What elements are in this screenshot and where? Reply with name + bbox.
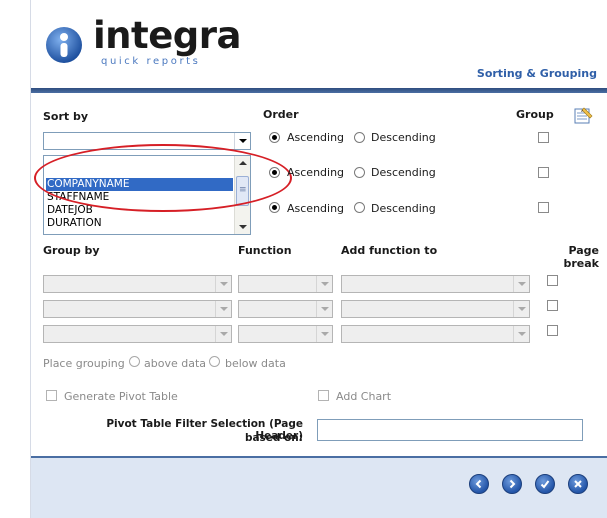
- radio-descending-1[interactable]: [354, 132, 365, 143]
- chevron-down-icon[interactable]: [316, 301, 332, 317]
- group-checkbox-3[interactable]: [538, 202, 549, 213]
- function-select-1[interactable]: [238, 275, 333, 293]
- radio-ascending-2[interactable]: [269, 167, 280, 178]
- report-wizard-window: integra quick reports Sorting & Grouping…: [30, 0, 607, 518]
- radio-descending-2[interactable]: [354, 167, 365, 178]
- sort-by-label: Sort by: [43, 110, 89, 123]
- edit-sheet-icon[interactable]: [572, 106, 594, 126]
- chevron-down-icon[interactable]: [215, 326, 231, 342]
- radio-ascending-3[interactable]: [269, 202, 280, 213]
- group-by-select-2[interactable]: [43, 300, 232, 318]
- group-checkbox-1[interactable]: [538, 132, 549, 143]
- chevron-down-icon[interactable]: [215, 301, 231, 317]
- above-data-label: above data: [144, 357, 207, 370]
- pivot-filter-label-line2: based on:: [244, 432, 303, 444]
- chevron-down-icon[interactable]: [513, 326, 529, 342]
- below-data-label: below data: [225, 357, 286, 370]
- radio-below-data[interactable]: [209, 356, 220, 367]
- group-by-select-3[interactable]: [43, 325, 232, 343]
- scroll-down-icon[interactable]: [239, 225, 247, 229]
- generate-pivot-label: Generate Pivot Table: [64, 390, 178, 403]
- add-function-label: Add function to: [341, 244, 438, 257]
- ok-button[interactable]: [535, 474, 555, 494]
- generate-pivot-checkbox[interactable]: [46, 390, 57, 401]
- add-function-select-3[interactable]: [341, 325, 530, 343]
- function-select-3[interactable]: [238, 325, 333, 343]
- close-icon: [574, 480, 582, 488]
- pivot-filter-input[interactable]: [317, 419, 583, 441]
- ascending-label-3: Ascending: [287, 202, 345, 215]
- cancel-button[interactable]: [568, 474, 588, 494]
- add-chart-checkbox[interactable]: [318, 390, 329, 401]
- chevron-down-icon[interactable]: [316, 326, 332, 342]
- order-label: Order: [263, 108, 299, 121]
- add-function-select-1[interactable]: [341, 275, 530, 293]
- previous-button[interactable]: [469, 474, 489, 494]
- group-checkbox-2[interactable]: [538, 167, 549, 178]
- dropdown-item-datejob[interactable]: DATEJOB: [46, 204, 93, 217]
- arrow-left-icon: [475, 479, 482, 489]
- function-select-2[interactable]: [238, 300, 333, 318]
- page-break-checkbox-2[interactable]: [547, 300, 558, 311]
- page-break-checkbox-3[interactable]: [547, 325, 558, 336]
- chevron-down-icon[interactable]: [513, 301, 529, 317]
- descending-label-2: Descending: [371, 166, 436, 179]
- page-break-checkbox-1[interactable]: [547, 275, 558, 286]
- add-chart-label: Add Chart: [336, 390, 392, 403]
- chevron-down-icon[interactable]: [513, 276, 529, 292]
- add-function-select-2[interactable]: [341, 300, 530, 318]
- integra-logo-icon: [46, 27, 82, 63]
- chevron-down-icon[interactable]: [316, 276, 332, 292]
- ascending-label-2: Ascending: [287, 166, 345, 179]
- function-label: Function: [238, 244, 292, 257]
- page-title: Sorting & Grouping: [476, 67, 597, 80]
- dropdown-item-duration[interactable]: DURATION: [46, 217, 102, 230]
- chevron-down-icon[interactable]: [234, 133, 250, 149]
- highlight-annotation: [34, 144, 292, 212]
- radio-above-data[interactable]: [129, 356, 140, 367]
- ascending-label-1: Ascending: [287, 131, 345, 144]
- logo-subtext: quick reports: [101, 56, 201, 67]
- next-button[interactable]: [502, 474, 522, 494]
- group-label: Group: [516, 108, 554, 121]
- descending-label-1: Descending: [371, 131, 436, 144]
- check-icon: [540, 480, 550, 489]
- descending-label-3: Descending: [371, 202, 436, 215]
- sorting-grouping-panel: Sort by Order Group COMPANYNAME STAFFNAM…: [31, 93, 607, 456]
- group-by-label: Group by: [43, 244, 100, 257]
- page-break-label: Page break: [563, 244, 600, 270]
- place-grouping-label: Place grouping: [43, 357, 125, 370]
- radio-ascending-1[interactable]: [269, 132, 280, 143]
- group-by-select-1[interactable]: [43, 275, 232, 293]
- logo-text: integra: [93, 14, 242, 57]
- chevron-down-icon[interactable]: [215, 276, 231, 292]
- radio-descending-3[interactable]: [354, 202, 365, 213]
- arrow-right-icon: [509, 479, 516, 489]
- footer-bar: [31, 458, 607, 518]
